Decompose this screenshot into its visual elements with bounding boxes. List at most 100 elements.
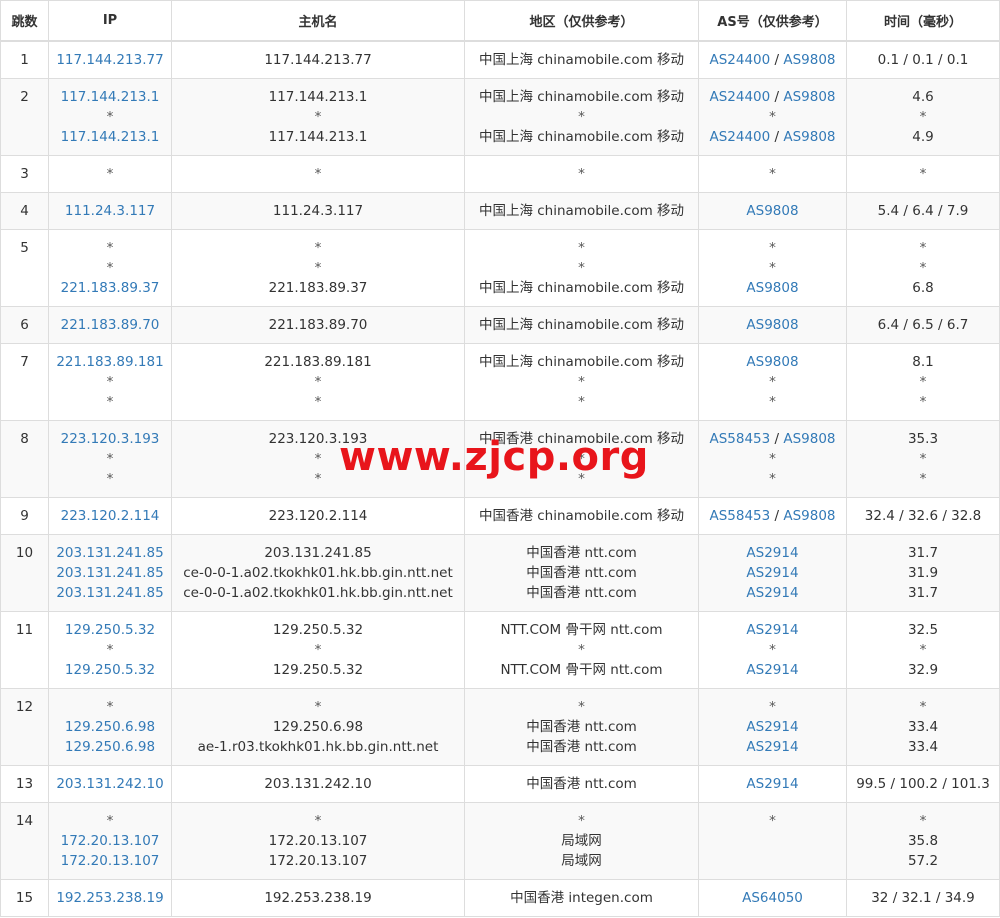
as-line: * (699, 258, 846, 278)
region-text: * (578, 641, 585, 658)
as-link[interactable]: AS2914 (746, 776, 798, 792)
ip-link[interactable]: 203.131.242.10 (49, 774, 171, 794)
hop-cell: 3 (0, 154, 49, 193)
time-cell: 8.1 * * (846, 342, 1000, 421)
ip-link[interactable]: 129.250.6.98 (49, 717, 171, 737)
ip-link[interactable]: 203.131.241.85 (49, 563, 171, 583)
as-link[interactable]: AS9808 (783, 508, 835, 524)
column-header-ip: IP (48, 0, 172, 42)
as-line: AS9808 (699, 201, 846, 221)
traceroute-table: 跳数 IP 主机名 地区（仅供参考） AS号（仅供参考） 时间（毫秒） 1 117… (0, 0, 1000, 917)
time-text: 6.8 (912, 279, 934, 296)
ip-link[interactable]: 117.144.213.1 (49, 127, 171, 147)
as-link[interactable]: AS9808 (746, 280, 798, 296)
region-text: * (578, 812, 585, 829)
ip-link: * (106, 373, 114, 390)
as-separator: / (770, 430, 784, 447)
hostname-cell: 221.183.89.70 (171, 305, 465, 344)
as-link[interactable]: AS9808 (746, 203, 798, 219)
as-link[interactable]: AS58453 (709, 431, 770, 447)
as-line: AS2914 (699, 774, 846, 794)
hop-cell: 4 (0, 191, 49, 230)
as-link[interactable]: AS9808 (746, 317, 798, 333)
region-cell: * * 中国上海 chinamobile.com 移动 (464, 228, 699, 307)
as-link[interactable]: AS9808 (783, 129, 835, 145)
as-separator: / (770, 52, 784, 68)
as-link[interactable]: AS2914 (746, 545, 798, 561)
ip-link[interactable]: 221.183.89.37 (49, 278, 171, 298)
as-link[interactable]: AS24400 (709, 89, 770, 105)
region-cell: 中国上海 chinamobile.com 移动 (464, 40, 699, 79)
hop-number: 4 (20, 202, 29, 219)
ip-link[interactable]: 172.20.13.107 (49, 831, 171, 851)
time-text: 32 / 32.1 / 34.9 (871, 889, 975, 906)
hostname-text: 223.120.2.114 (268, 507, 368, 524)
region-text: * (578, 698, 585, 715)
ip-link[interactable]: 221.183.89.181 (49, 352, 171, 372)
ip-link[interactable]: 111.24.3.117 (49, 201, 171, 221)
time-text: * (919, 641, 927, 658)
region-cell: 中国香港 chinamobile.com 移动 * * (464, 419, 699, 498)
hostname-cell: * 172.20.13.107 172.20.13.107 (171, 801, 465, 880)
ip-link: * (106, 698, 114, 715)
hop-cell: 7 (0, 342, 49, 421)
as-link[interactable]: AS2914 (746, 739, 798, 755)
hop-number: 10 (15, 544, 34, 561)
as-link[interactable]: AS9808 (746, 354, 798, 370)
ip-link[interactable]: 129.250.5.32 (49, 620, 171, 640)
time-text: * (919, 698, 927, 715)
region-text: 局域网 (561, 852, 602, 869)
time-text: 0.1 / 0.1 / 0.1 (877, 52, 969, 68)
as-link[interactable]: AS2914 (746, 622, 798, 638)
as-link[interactable]: AS64050 (742, 890, 803, 906)
ip-link[interactable]: 129.250.6.98 (49, 737, 171, 757)
as-link[interactable]: AS2914 (746, 585, 798, 601)
hop-number: 12 (15, 698, 34, 715)
as-link[interactable]: AS2914 (746, 565, 798, 581)
region-cell: * 中国香港 ntt.com 中国香港 ntt.com (464, 687, 699, 766)
ip-link[interactable]: 223.120.2.114 (49, 506, 171, 526)
ip-cell: 203.131.242.10 (48, 764, 172, 803)
as-line: * (699, 392, 846, 412)
as-line: AS2914 (699, 543, 846, 563)
as-link[interactable]: AS9808 (783, 431, 835, 447)
ip-link[interactable]: 203.131.241.85 (49, 543, 171, 563)
ip-link[interactable]: 203.131.241.85 (49, 583, 171, 603)
as-line: AS9808 (699, 315, 846, 335)
as-link[interactable]: AS24400 (709, 129, 770, 145)
ip-link[interactable]: 172.20.13.107 (49, 851, 171, 871)
as-link[interactable]: AS58453 (709, 508, 770, 524)
ip-link[interactable]: 223.120.3.193 (49, 429, 171, 449)
table-row: 11 129.250.5.32 * 129.250.5.32 129.250.5.32 *… (0, 610, 1000, 689)
hostname-cell: 223.120.2.114 (171, 496, 465, 535)
ip-link[interactable]: 192.253.238.19 (49, 888, 171, 908)
column-header-hostname: 主机名 (171, 0, 465, 42)
as-separator: / (770, 128, 784, 145)
as-link[interactable]: AS9808 (783, 52, 835, 68)
ip-link: * (106, 450, 114, 467)
hop-cell: 15 (0, 878, 49, 917)
region-cell: 中国上海 chinamobile.com 移动 * * (464, 342, 699, 421)
hostname-text: * (314, 373, 322, 390)
ip-link[interactable]: 221.183.89.70 (49, 315, 171, 335)
region-text: 中国香港 chinamobile.com 移动 (478, 430, 685, 447)
time-cell: 32 / 32.1 / 34.9 (846, 878, 1000, 917)
as-link[interactable]: AS2914 (746, 662, 798, 678)
as-link[interactable]: AS9808 (783, 89, 835, 105)
hostname-text: 223.120.3.193 (268, 430, 368, 447)
as-link[interactable]: AS2914 (746, 719, 798, 735)
as-link[interactable]: AS24400 (709, 52, 770, 68)
as-placeholder: * (769, 641, 776, 658)
ip-link[interactable]: 117.144.213.1 (49, 87, 171, 107)
ip-cell: 223.120.2.114 (48, 496, 172, 535)
region-cell: * (464, 154, 699, 193)
ip-link[interactable]: 129.250.5.32 (49, 660, 171, 680)
as-line: AS64050 (699, 888, 846, 908)
ip-link: * (106, 108, 114, 125)
time-text: * (919, 259, 927, 276)
region-text: 局域网 (561, 832, 602, 849)
hop-number: 15 (15, 889, 34, 906)
ip-link[interactable]: 117.144.213.77 (49, 50, 171, 70)
ip-cell: * 129.250.6.98 129.250.6.98 (48, 687, 172, 766)
hostname-cell: * (171, 154, 465, 193)
